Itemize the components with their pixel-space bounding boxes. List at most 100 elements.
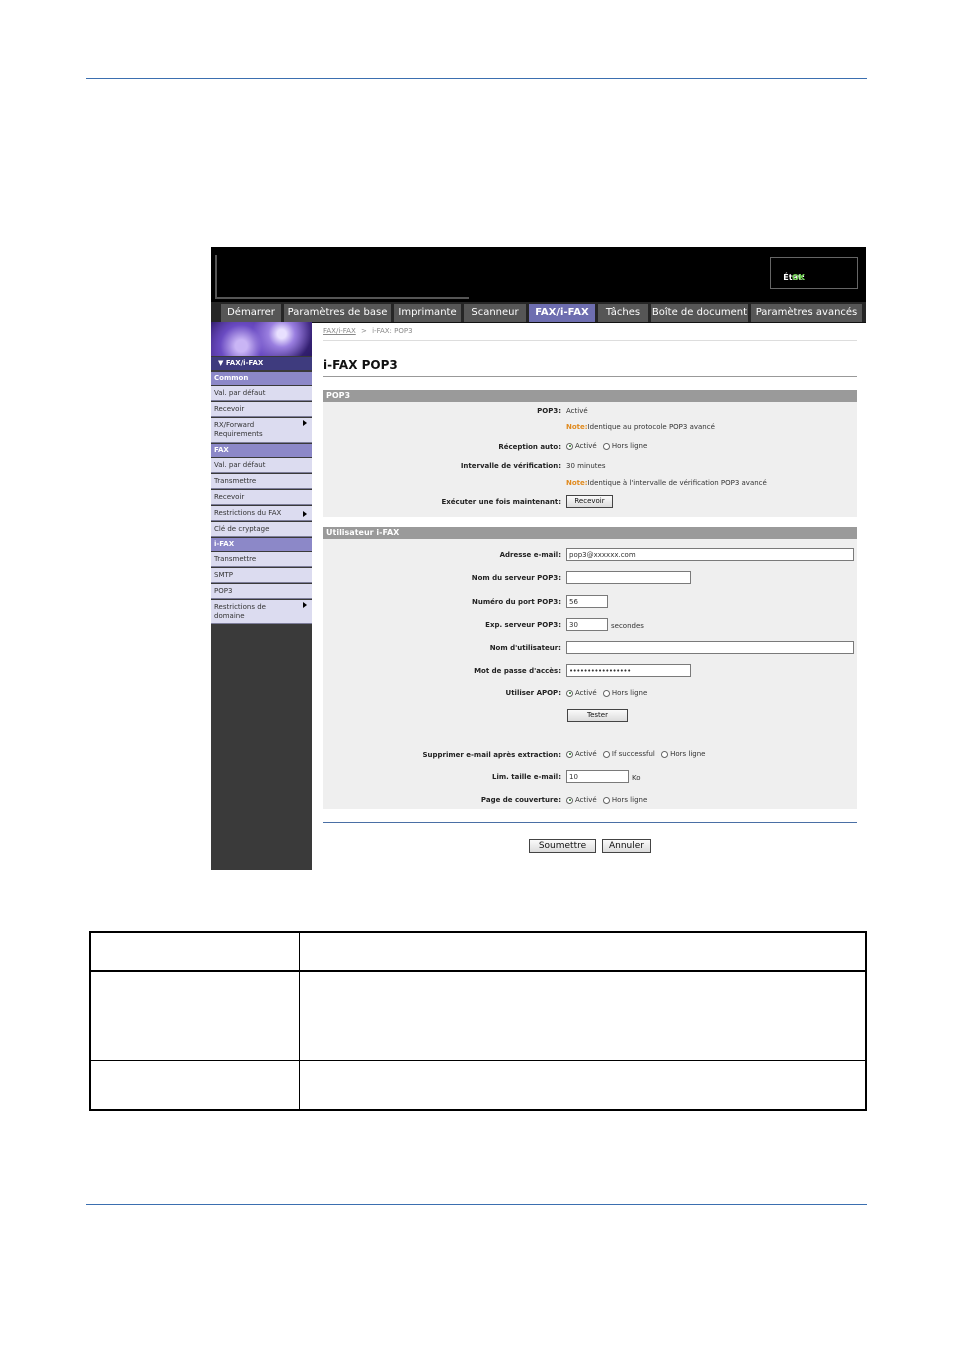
section-header-ifax-user: Utilisateur i-FAX: [323, 527, 857, 539]
note-interval: Note:Identique à l'intervalle de vérific…: [566, 479, 767, 487]
sidebar-group-fax: FAX: [211, 444, 312, 457]
sidebar-flower-image: [211, 322, 312, 356]
sidebar-item-fax-receive[interactable]: Recevoir: [211, 490, 312, 505]
note-protocol-text: Identique au protocole POP3 avancé: [587, 423, 715, 431]
reception-auto-options: Activé Hors ligne: [566, 442, 651, 450]
pop3-timeout-field[interactable]: 30: [566, 618, 608, 631]
table-header-divider: [91, 970, 865, 972]
receive-button[interactable]: Recevoir: [566, 495, 613, 508]
reception-auto-on-radio[interactable]: [566, 442, 573, 450]
tab-parametres-de-base[interactable]: Paramètres de base: [284, 304, 391, 322]
email-label: Adresse e-mail:: [499, 551, 561, 559]
cover-on-radio[interactable]: [566, 796, 573, 804]
sidebar-header[interactable]: ▼ FAX/i-FAX: [211, 357, 312, 370]
tab-boite-de-document[interactable]: Boîte de document: [651, 304, 748, 322]
cover-page-options: Activé Hors ligne: [566, 796, 651, 804]
tab-imprimante[interactable]: Imprimante: [394, 304, 461, 322]
note-interval-text: Identique à l'intervalle de vérification…: [587, 479, 767, 487]
delete-on-radio[interactable]: [566, 750, 573, 758]
username-label: Nom d'utilisateur:: [489, 644, 561, 652]
table-column-divider: [299, 933, 300, 1109]
size-limit-field[interactable]: 10: [566, 770, 629, 783]
section-body-pop3: POP3: Activé Note:Identique au protocole…: [323, 402, 857, 517]
section-body-ifax-user: Adresse e-mail: pop3@xxxxxx.com Nom du s…: [323, 539, 857, 809]
sidebar-item-domain-restrictions-label: Restrictions de domaine: [214, 603, 266, 620]
footer-rule: [86, 1204, 867, 1205]
sidebar-item-rx-forward[interactable]: RX/Forward Requirements: [211, 418, 312, 443]
note-protocol: Note:Identique au protocole POP3 avancé: [566, 423, 715, 431]
test-button[interactable]: Tester: [567, 709, 628, 722]
check-interval-label: Intervalle de vérification:: [460, 462, 561, 470]
note-prefix: Note:: [566, 479, 588, 487]
apop-on-radio[interactable]: [566, 689, 573, 697]
apop-off-radio[interactable]: [602, 689, 610, 697]
sidebar-item-ifax-transmit[interactable]: Transmettre: [211, 552, 312, 567]
sidebar-item-pop3[interactable]: POP3: [211, 584, 312, 599]
tab-scanneur[interactable]: Scanneur: [464, 304, 526, 322]
tab-fax-ifax[interactable]: FAX/i-FAX: [529, 304, 595, 322]
delete-if-successful-radio[interactable]: [602, 750, 610, 758]
pop3-timeout-unit: secondes: [611, 622, 644, 630]
size-limit-label: Lim. taille e-mail:: [492, 773, 561, 781]
email-field[interactable]: pop3@xxxxxx.com: [566, 548, 854, 561]
reception-auto-off-radio[interactable]: [602, 442, 610, 450]
sidebar-item-fax-restrictions-label: Restrictions du FAX: [214, 509, 282, 517]
top-bar: État: OK: [211, 247, 866, 302]
reception-auto-on-label: Activé: [575, 442, 597, 450]
sidebar-item-fax-restrictions[interactable]: Restrictions du FAX: [211, 506, 312, 521]
password-field[interactable]: •••••••••••••••••: [566, 664, 691, 677]
apop-options: Activé Hors ligne: [566, 689, 651, 697]
pop3-value: Activé: [566, 407, 588, 415]
delete-if-successful-label: If successful: [611, 750, 655, 758]
sidebar-item-fax-transmit[interactable]: Transmettre: [211, 474, 312, 489]
header-rule: [86, 78, 867, 79]
form-bottom-divider: [323, 822, 857, 823]
tab-parametres-avances[interactable]: Paramètres avancés: [751, 304, 862, 322]
breadcrumb-separator: >: [361, 327, 367, 335]
cover-page-label: Page de couverture:: [480, 796, 561, 804]
apop-off-label: Hors ligne: [611, 689, 648, 697]
chevron-right-icon: [303, 602, 307, 608]
delete-on-label: Activé: [575, 750, 597, 758]
sidebar-item-encryption-key[interactable]: Clé de cryptage: [211, 522, 312, 537]
run-once-label: Exécuter une fois maintenant:: [441, 498, 562, 506]
submit-button[interactable]: Soumettre: [529, 839, 596, 853]
pop3-port-field[interactable]: 56: [566, 595, 608, 608]
pop3-server-field[interactable]: [566, 571, 691, 584]
delete-after-label: Supprimer e-mail après extraction:: [422, 751, 561, 759]
sidebar-item-common-receive[interactable]: Recevoir: [211, 402, 312, 417]
pop3-timeout-label: Exp. serveur POP3:: [485, 621, 561, 629]
table-row-divider: [91, 1060, 865, 1061]
tab-taches[interactable]: Tâches: [598, 304, 648, 322]
document-table: [89, 931, 867, 1111]
apop-label: Utiliser APOP:: [505, 689, 561, 697]
logo-frame-bottom: [215, 297, 469, 299]
pop3-port-label: Numéro du port POP3:: [472, 598, 561, 606]
pop3-label: POP3:: [537, 407, 561, 415]
delete-off-label: Hors ligne: [670, 750, 706, 758]
pop3-server-label: Nom du serveur POP3:: [471, 574, 561, 582]
status-box: État: OK: [770, 257, 858, 289]
sidebar-group-ifax: i-FAX: [211, 538, 312, 551]
page-title: i-FAX POP3: [323, 358, 398, 372]
logo-frame-left: [215, 255, 217, 299]
reception-auto-label: Réception auto:: [498, 443, 561, 451]
sidebar-item-smtp[interactable]: SMTP: [211, 568, 312, 583]
delete-off-radio[interactable]: [661, 750, 669, 758]
breadcrumb-link-fax-ifax[interactable]: FAX/i-FAX: [323, 327, 356, 335]
sidebar-item-fax-defaults[interactable]: Val. par défaut: [211, 458, 312, 473]
password-label: Mot de passe d'accès:: [474, 667, 561, 675]
main-content: FAX/i-FAX > i-FAX: POP3 i-FAX POP3 POP3 …: [323, 322, 857, 870]
chevron-right-icon: [303, 420, 307, 426]
sidebar-item-domain-restrictions[interactable]: Restrictions de domaine: [211, 600, 312, 624]
chevron-right-icon: [303, 511, 307, 517]
cancel-button[interactable]: Annuler: [602, 839, 651, 853]
username-field[interactable]: [566, 641, 854, 654]
section-header-pop3: POP3: [323, 390, 857, 402]
sidebar-item-common-defaults[interactable]: Val. par défaut: [211, 386, 312, 401]
breadcrumb-current: i-FAX: POP3: [372, 327, 413, 335]
cover-off-radio[interactable]: [602, 796, 610, 804]
note-prefix: Note:: [566, 423, 588, 431]
tab-demarrer[interactable]: Démarrer: [221, 304, 281, 322]
reception-auto-off-label: Hors ligne: [611, 442, 648, 450]
